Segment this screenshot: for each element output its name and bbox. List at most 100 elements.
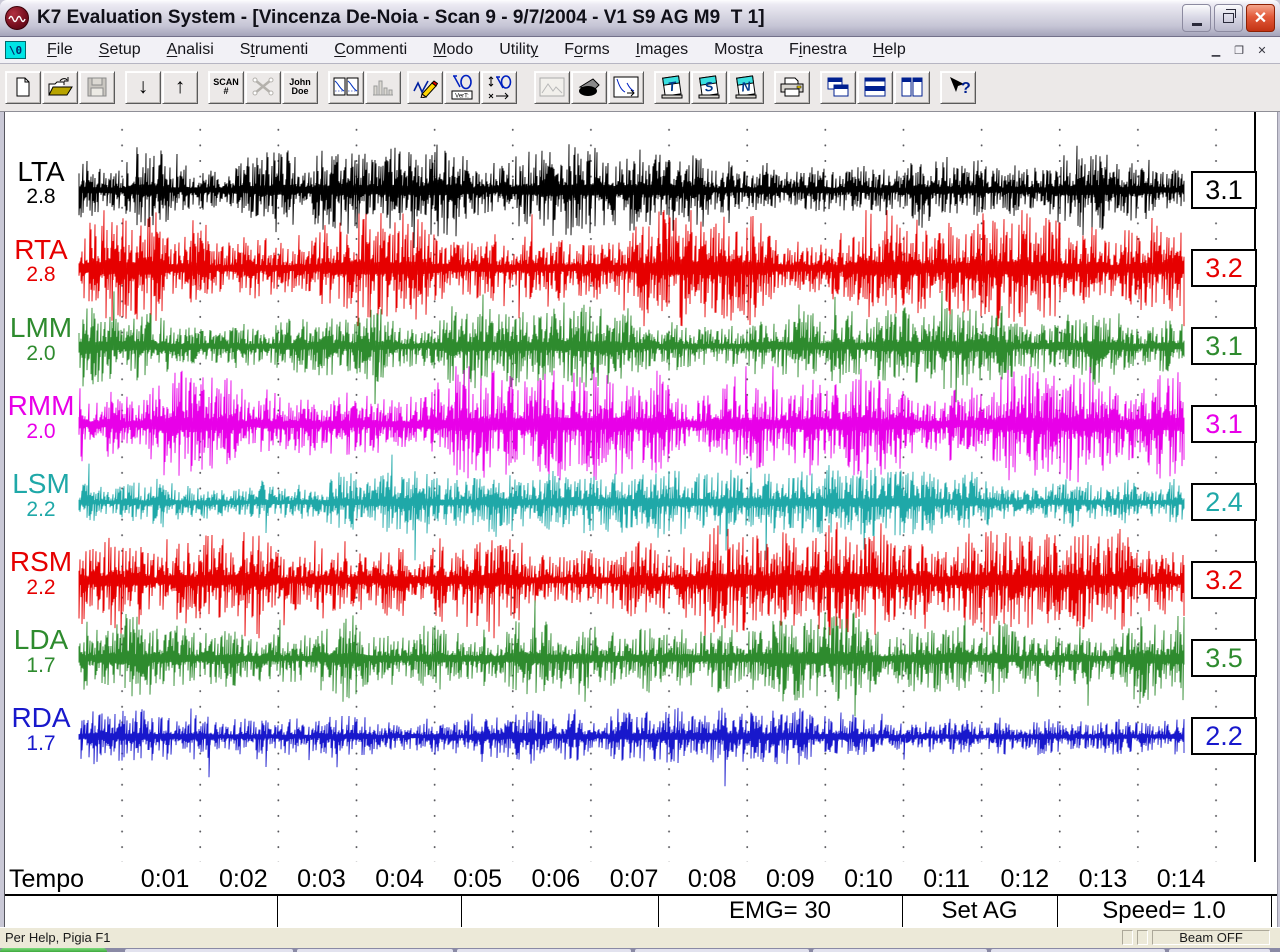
image-view-button[interactable] bbox=[534, 71, 570, 104]
tile-horizontal-button[interactable] bbox=[857, 71, 893, 104]
ink-marker-icon bbox=[577, 77, 601, 97]
app-window: K7 Evaluation System - [Vincenza De-Noia… bbox=[0, 0, 1280, 941]
dual-waveform-icon bbox=[333, 76, 359, 98]
waveform-rta bbox=[79, 210, 1184, 326]
footer-divider bbox=[461, 896, 462, 927]
channel-value-rmm: 3.1 bbox=[1191, 405, 1257, 443]
menu-item-finestra[interactable]: Finestra bbox=[776, 39, 860, 61]
notes-t-button[interactable]: T bbox=[654, 71, 690, 104]
dual-trace-view-button[interactable] bbox=[328, 71, 364, 104]
status-panel-small-2 bbox=[1137, 930, 1148, 945]
notepad-n-icon: N bbox=[734, 75, 758, 99]
sweep-button[interactable] bbox=[608, 71, 644, 104]
waveform-lta bbox=[79, 144, 1184, 248]
context-help-button[interactable]: ? bbox=[940, 71, 976, 104]
menubar-items: FileSetupAnalisiStrumentiCommentiModoUti… bbox=[34, 39, 919, 61]
menubar: \0 FileSetupAnalisiStrumentiCommentiModo… bbox=[0, 37, 1280, 64]
vertical-scale-button[interactable]: VerT: bbox=[444, 71, 480, 104]
notes-s-button[interactable]: S bbox=[691, 71, 727, 104]
channel-value-rta: 3.2 bbox=[1191, 249, 1257, 287]
beam-status: Beam OFF bbox=[1152, 930, 1270, 945]
scroll-down-button[interactable]: ↓ bbox=[125, 71, 161, 104]
save-icon bbox=[86, 76, 108, 98]
window-title: K7 Evaluation System - [Vincenza De-Noia… bbox=[37, 7, 1182, 29]
arrow-up-icon: ↑ bbox=[175, 77, 186, 97]
save-button[interactable] bbox=[79, 71, 115, 104]
print-button[interactable] bbox=[774, 71, 810, 104]
channel-label-lda: LDA1.7 bbox=[5, 625, 77, 676]
os-taskbar-edge[interactable] bbox=[0, 948, 1280, 952]
scan-number-button[interactable]: SCAN# bbox=[208, 71, 244, 104]
time-tick-0-05: 0:05 bbox=[453, 865, 502, 894]
waveform-rsm bbox=[79, 522, 1184, 638]
status-help-text: Per Help, Pigia F1 bbox=[5, 930, 111, 945]
annotate-button[interactable] bbox=[407, 71, 443, 104]
menu-item-file[interactable]: File bbox=[34, 39, 86, 61]
mdi-close-button[interactable]: ✕ bbox=[1255, 44, 1269, 57]
app-icon[interactable] bbox=[5, 6, 29, 30]
menu-item-commenti[interactable]: Commenti bbox=[321, 39, 420, 61]
plot-area: Tempo 0:010:020:030:040:050:060:070:080:… bbox=[4, 112, 1278, 927]
channel-label-lta: LTA2.8 bbox=[5, 157, 77, 208]
mdi-minimize-button[interactable]: ▁ bbox=[1209, 44, 1223, 57]
bar-graph-button[interactable] bbox=[365, 71, 401, 104]
titlebar: K7 Evaluation System - [Vincenza De-Noia… bbox=[0, 0, 1280, 37]
menu-item-mostra[interactable]: Mostra bbox=[701, 39, 776, 61]
time-tick-0-13: 0:13 bbox=[1079, 865, 1128, 894]
menu-item-forms[interactable]: Forms bbox=[551, 39, 622, 61]
channel-label-lsm: LSM2.2 bbox=[5, 469, 77, 520]
footer-bar: EMG= 30 Set AG Speed= 1.0 bbox=[5, 894, 1277, 927]
notepad-t-icon: T bbox=[660, 75, 684, 99]
scroll-up-button[interactable]: ↑ bbox=[162, 71, 198, 104]
menu-item-help[interactable]: Help bbox=[860, 39, 919, 61]
menu-item-images[interactable]: Images bbox=[623, 39, 701, 61]
svg-text:VerT:: VerT: bbox=[455, 94, 469, 100]
time-tick-0-11: 0:11 bbox=[923, 865, 970, 894]
svg-text:?: ? bbox=[961, 80, 970, 97]
time-axis: Tempo 0:010:020:030:040:050:060:070:080:… bbox=[5, 862, 1277, 894]
time-tick-0-09: 0:09 bbox=[766, 865, 815, 894]
menu-item-utility[interactable]: Utility bbox=[486, 39, 551, 61]
channel-value-lsm: 2.4 bbox=[1191, 483, 1257, 521]
waveform-rmm bbox=[79, 366, 1184, 482]
menu-item-setup[interactable]: Setup bbox=[86, 39, 154, 61]
waveform-scale-icon: VerT: bbox=[449, 74, 475, 100]
mdi-window-controls: ▁ ❐ ✕ bbox=[1209, 44, 1275, 57]
time-tick-0-01: 0:01 bbox=[141, 865, 190, 894]
channel-label-rta: RTA2.8 bbox=[5, 235, 77, 286]
restore-icon bbox=[1223, 13, 1234, 23]
close-button[interactable]: ✕ bbox=[1246, 4, 1275, 32]
mdi-restore-button[interactable]: ❐ bbox=[1232, 44, 1246, 57]
notes-n-button[interactable]: N bbox=[728, 71, 764, 104]
time-tick-0-02: 0:02 bbox=[219, 865, 268, 894]
patient-name-button[interactable]: JohnDoe bbox=[282, 71, 318, 104]
marker-button[interactable] bbox=[571, 71, 607, 104]
time-tick-0-12: 0:12 bbox=[1000, 865, 1049, 894]
channel-label-rda: RDA1.7 bbox=[5, 703, 77, 754]
mdi-child-icon[interactable]: \0 bbox=[5, 41, 26, 59]
cut-button[interactable] bbox=[245, 71, 281, 104]
cascade-icon bbox=[826, 76, 850, 98]
scale-arrows-button[interactable] bbox=[481, 71, 517, 104]
start-button-edge[interactable] bbox=[0, 948, 107, 952]
open-folder-icon bbox=[47, 76, 73, 98]
time-tick-0-04: 0:04 bbox=[375, 865, 424, 894]
waveform-lmm bbox=[79, 291, 1184, 404]
channel-value-lda: 3.5 bbox=[1191, 639, 1257, 677]
picture-icon bbox=[539, 77, 565, 97]
tile-vertical-button[interactable] bbox=[894, 71, 930, 104]
menu-item-modo[interactable]: Modo bbox=[420, 39, 486, 61]
waveform-canvas bbox=[5, 112, 1277, 894]
minimize-button[interactable] bbox=[1182, 4, 1211, 32]
printer-icon bbox=[779, 76, 805, 98]
channel-label-rsm: RSM2.2 bbox=[5, 547, 77, 598]
menu-item-strumenti[interactable]: Strumenti bbox=[227, 39, 321, 61]
cascade-windows-button[interactable] bbox=[820, 71, 856, 104]
statusbar: Per Help, Pigia F1 Beam OFF bbox=[0, 927, 1280, 948]
help-cursor-icon: ? bbox=[946, 76, 970, 98]
open-button[interactable] bbox=[42, 71, 78, 104]
new-button[interactable] bbox=[5, 71, 41, 104]
menu-item-analisi[interactable]: Analisi bbox=[154, 39, 227, 61]
restore-button[interactable] bbox=[1214, 4, 1243, 32]
bar-chart-icon bbox=[371, 77, 395, 97]
